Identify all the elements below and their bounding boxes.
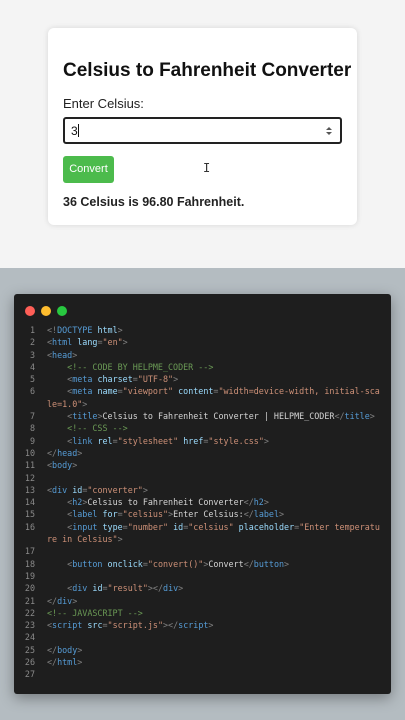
line-number: 17 xyxy=(24,546,35,557)
code-line: 12 xyxy=(14,472,391,484)
window-controls xyxy=(25,306,67,316)
line-number: 16 xyxy=(24,521,35,532)
code-text: <script src="script.js"></script> xyxy=(47,620,214,631)
code-text: <!DOCTYPE html> xyxy=(47,325,123,335)
celsius-input[interactable]: 3 xyxy=(63,117,342,144)
code-line: 2 <html lang="en"> xyxy=(14,336,391,348)
code-line: 14 <h2>Celsius to Fahrenheit Converter</… xyxy=(14,496,391,508)
code-text: <button onclick="convert()">Convert</but… xyxy=(67,558,290,569)
code-text: <!-- JAVASCRIPT --> xyxy=(47,607,143,618)
code-line: 27 xyxy=(14,668,391,680)
code-text: <title>Celsius to Fahrenheit Converter |… xyxy=(67,411,375,422)
line-number: 2 xyxy=(29,337,35,348)
code-text: </html> xyxy=(47,657,83,668)
page-title: Celsius to Fahrenheit Converter xyxy=(63,60,352,81)
line-number: 10 xyxy=(24,447,35,458)
code-text: <div id="converter"> xyxy=(47,484,148,495)
code-text: </head> xyxy=(47,447,83,458)
code-text: <div id="result"></div> xyxy=(67,583,184,594)
text-caret xyxy=(78,124,79,137)
code-text: <input type="number" id="celsius" placeh… xyxy=(67,521,380,532)
code-line: 8 <!-- CSS --> xyxy=(14,422,391,434)
line-number: 19 xyxy=(24,570,35,581)
maximize-window-button[interactable] xyxy=(57,306,67,316)
code-text: <body> xyxy=(47,460,78,471)
line-number: 11 xyxy=(24,460,35,471)
code-line: 21 </div> xyxy=(14,595,391,607)
code-line: 26 </html> xyxy=(14,656,391,668)
code-text: <meta name="viewport" content="width=dev… xyxy=(67,386,380,397)
code-text: </div> xyxy=(47,595,78,606)
code-line: 24 xyxy=(14,631,391,643)
code-line: 9 <link rel="stylesheet" href="style.css… xyxy=(14,435,391,447)
code-text: <html lang="en"> xyxy=(47,337,128,348)
line-number: 7 xyxy=(29,411,35,422)
code-line: 18 <button onclick="convert()">Convert</… xyxy=(14,558,391,570)
code-line: 11 <body> xyxy=(14,459,391,471)
code-text: <link rel="stylesheet" href="style.css"> xyxy=(67,435,269,446)
celsius-label: Enter Celsius: xyxy=(63,96,144,111)
code-line: 15 <label for="celsius">Enter Celsius:</… xyxy=(14,508,391,520)
line-number: 6 xyxy=(29,386,35,397)
code-text: </body> xyxy=(47,644,83,655)
line-number: 21 xyxy=(24,595,35,606)
code-line: 5 <meta charset="UTF-8"> xyxy=(14,373,391,385)
code-line: 17 xyxy=(14,545,391,557)
line-number: 18 xyxy=(24,558,35,569)
code-line: re in Celsius"> xyxy=(14,533,391,545)
code-line: 4 <!-- CODE BY HELPME_CODER --> xyxy=(14,361,391,373)
code-line: 13 <div id="converter"> xyxy=(14,484,391,496)
line-number: 3 xyxy=(29,349,35,360)
code-text: <meta charset="UTF-8"> xyxy=(67,374,179,385)
converter-card: Celsius to Fahrenheit Converter Enter Ce… xyxy=(48,28,357,225)
minimize-window-button[interactable] xyxy=(41,306,51,316)
line-number: 1 xyxy=(29,325,35,335)
code-text: <!-- CODE BY HELPME_CODER --> xyxy=(67,361,214,372)
line-number: 5 xyxy=(29,374,35,385)
text-cursor-icon: I xyxy=(203,161,211,175)
close-window-button[interactable] xyxy=(25,306,35,316)
code-listing: 1 <!DOCTYPE html> 2 <html lang="en"> 3 <head>… xyxy=(14,324,391,681)
code-line: 3 <head> xyxy=(14,349,391,361)
code-line: 22 <!-- JAVASCRIPT --> xyxy=(14,607,391,619)
line-number: 13 xyxy=(24,484,35,495)
number-spinner-icon[interactable] xyxy=(325,125,333,137)
line-number: 14 xyxy=(24,497,35,508)
code-text: le=1.0"> xyxy=(47,398,88,409)
line-number: 8 xyxy=(29,423,35,434)
code-text: re in Celsius"> xyxy=(47,534,123,545)
line-number: 12 xyxy=(24,472,35,483)
code-line: 1 <!DOCTYPE html> xyxy=(14,324,391,336)
code-line: 19 xyxy=(14,570,391,582)
code-line: 23 <script src="script.js"></script> xyxy=(14,619,391,631)
result-text: 36 Celsius is 96.80 Fahrenheit. xyxy=(63,195,245,209)
line-number: 23 xyxy=(24,620,35,631)
convert-button[interactable]: Convert xyxy=(63,156,114,183)
line-number: 24 xyxy=(24,632,35,643)
code-text: <!-- CSS --> xyxy=(67,423,128,434)
line-number: 22 xyxy=(24,607,35,618)
code-editor-window: 1 <!DOCTYPE html> 2 <html lang="en"> 3 <head>… xyxy=(14,294,391,694)
code-line: 20 <div id="result"></div> xyxy=(14,582,391,594)
celsius-input-value: 3 xyxy=(71,124,78,138)
code-text: <h2>Celsius to Fahrenheit Converter</h2> xyxy=(67,497,269,508)
code-text: <head> xyxy=(47,349,78,360)
code-line: 6 <meta name="viewport" content="width=d… xyxy=(14,385,391,397)
code-line: 7 <title>Celsius to Fahrenheit Converter… xyxy=(14,410,391,422)
line-number: 15 xyxy=(24,509,35,520)
code-line: le=1.0"> xyxy=(14,398,391,410)
code-line: 10 </head> xyxy=(14,447,391,459)
line-number: 4 xyxy=(29,361,35,372)
code-text: <label for="celsius">Enter Celsius:</lab… xyxy=(67,509,285,520)
code-line: 25 </body> xyxy=(14,644,391,656)
code-line: 16 <input type="number" id="celsius" pla… xyxy=(14,521,391,533)
line-number: 9 xyxy=(29,435,35,446)
line-number: 26 xyxy=(24,657,35,668)
line-number: 25 xyxy=(24,644,35,655)
line-number: 20 xyxy=(24,583,35,594)
line-number: 27 xyxy=(24,669,35,680)
web-preview: Celsius to Fahrenheit Converter Enter Ce… xyxy=(0,0,405,268)
